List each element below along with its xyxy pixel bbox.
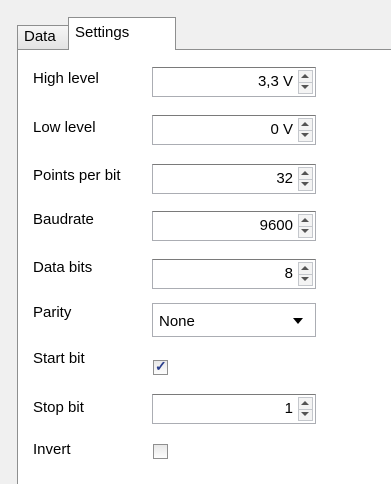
points-per-bit-value: 32 <box>276 170 293 187</box>
low-level-spin-buttons <box>298 118 313 142</box>
tab-data[interactable]: Data <box>17 25 69 49</box>
data-bits-label: Data bits <box>33 259 93 276</box>
stop-bit-spinner[interactable]: 1 <box>152 394 316 424</box>
data-bits-spin-buttons <box>298 262 313 286</box>
data-bits-value: 8 <box>284 265 293 282</box>
spin-down-arrow-icon[interactable] <box>299 226 312 237</box>
points-per-bit-spinner[interactable]: 32 <box>152 164 316 194</box>
checkmark-icon: ✓ <box>155 358 167 374</box>
high-level-label: High level <box>33 70 99 87</box>
high-level-value: 3,3 V <box>257 73 293 90</box>
baudrate-value: 9600 <box>259 217 293 234</box>
spin-down-arrow-icon[interactable] <box>299 274 312 285</box>
parity-dropdown[interactable]: None <box>152 303 316 337</box>
baudrate-label: Baudrate <box>33 211 94 228</box>
stop-bit-spin-buttons <box>298 397 313 421</box>
spin-down-arrow-icon[interactable] <box>299 130 312 141</box>
start-bit-label: Start bit <box>33 350 85 367</box>
stop-bit-value: 1 <box>284 400 293 417</box>
spin-down-arrow-icon[interactable] <box>299 82 312 93</box>
chevron-down-icon[interactable] <box>293 318 303 324</box>
high-level-spin-buttons <box>298 70 313 94</box>
start-bit-checkbox[interactable]: ✓ <box>153 358 168 375</box>
points-per-bit-spin-buttons <box>298 167 313 191</box>
tab-settings[interactable]: Settings <box>68 17 176 50</box>
spin-down-arrow-icon[interactable] <box>299 409 312 420</box>
spin-down-arrow-icon[interactable] <box>299 179 312 190</box>
low-level-spinner[interactable]: 0 V <box>152 115 316 145</box>
parity-value: None <box>159 313 195 330</box>
parity-label: Parity <box>33 304 72 321</box>
low-level-label: Low level <box>33 119 96 136</box>
stop-bit-label: Stop bit <box>33 399 84 416</box>
points-per-bit-label: Points per bit <box>33 167 121 184</box>
baudrate-spin-buttons <box>298 214 313 238</box>
high-level-spinner[interactable]: 3,3 V <box>152 67 316 97</box>
invert-checkbox[interactable] <box>153 444 168 459</box>
baudrate-spinner[interactable]: 9600 <box>152 211 316 241</box>
data-bits-spinner[interactable]: 8 <box>152 259 316 289</box>
invert-label: Invert <box>33 441 71 458</box>
low-level-value: 0 V <box>270 121 293 138</box>
